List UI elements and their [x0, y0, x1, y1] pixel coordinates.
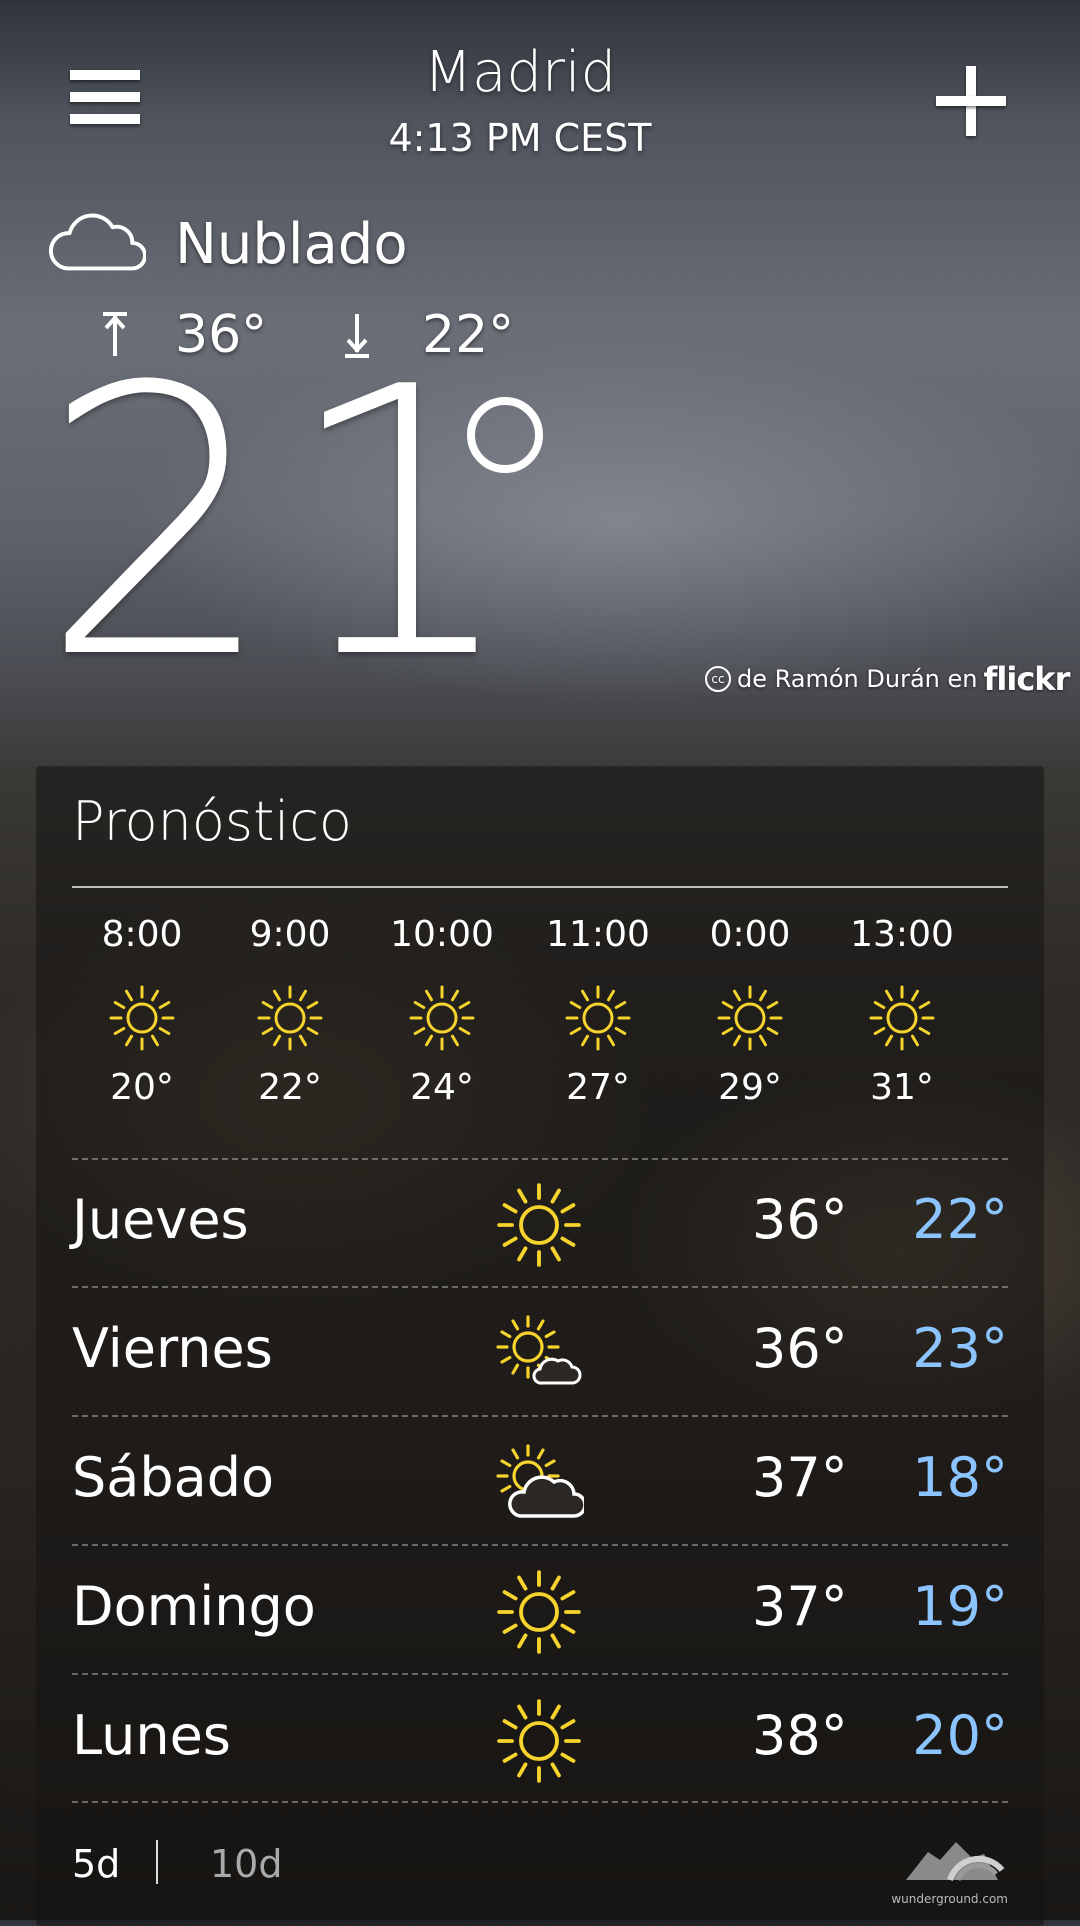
hour-time: 11:00 [546, 914, 650, 955]
day-low: 22° [912, 1188, 1008, 1251]
daily-row[interactable]: Viernes 36° 23° [72, 1289, 1008, 1417]
creative-commons-icon: cc [705, 666, 731, 692]
sun-cloud-icon [496, 1444, 584, 1518]
tab-10-day[interactable]: 10d [210, 1842, 282, 1886]
forecast-footer: 5d 10d wunderground.com [72, 1830, 1008, 1910]
day-name: Sábado [72, 1446, 275, 1509]
wunderground-text: wunderground.com [891, 1892, 1008, 1906]
day-name: Lunes [72, 1704, 231, 1767]
hour-temp: 29° [718, 1067, 782, 1108]
day-high: 36° [752, 1188, 848, 1251]
hour-temp: 24° [410, 1067, 474, 1108]
sun-icon [497, 1183, 581, 1267]
city-name: Madrid [423, 40, 617, 105]
sun-icon [497, 1699, 581, 1783]
daily-row[interactable]: Domingo 37° 19° [72, 1547, 1008, 1675]
hour-temp: 20° [110, 1067, 174, 1108]
hour-item: 0:00 29° [680, 905, 820, 1108]
local-time: 4:13 PM CEST [388, 116, 652, 160]
hour-item: 10:00 24° [372, 905, 512, 1108]
row-divider [72, 1544, 1008, 1546]
current-condition: Nublado [175, 212, 408, 277]
sun-icon [717, 985, 783, 1051]
sun-icon [109, 985, 175, 1051]
day-low: 23° [912, 1317, 1008, 1380]
photo-credit[interactable]: cc de Ramón Durán en flickr [705, 660, 1070, 698]
day-high: 38° [752, 1704, 848, 1767]
hour-time: 10:00 [390, 914, 494, 955]
hour-time: 13:00 [850, 914, 954, 955]
flickr-logo: flickr [983, 660, 1070, 698]
row-divider [72, 1801, 1008, 1803]
hour-item: 8:00 20° [72, 905, 212, 1108]
sun-icon [869, 985, 935, 1051]
hour-item: 13:00 31° [832, 905, 972, 1108]
day-high: 37° [752, 1575, 848, 1638]
wunderground-logo[interactable] [898, 1830, 1008, 1900]
title-divider [72, 886, 1008, 888]
daily-row[interactable]: Jueves 36° 22° [72, 1160, 1008, 1288]
degree-symbol [467, 397, 543, 473]
row-divider [72, 1673, 1008, 1675]
forecast-title: Pronóstico [72, 790, 352, 853]
photo-credit-text: de Ramón Durán en [737, 665, 978, 693]
day-low: 19° [912, 1575, 1008, 1638]
hour-time: 9:00 [249, 914, 331, 955]
add-location-button[interactable] [930, 60, 1010, 140]
day-low: 20° [912, 1704, 1008, 1767]
tab-separator [156, 1840, 158, 1884]
day-name: Domingo [72, 1575, 316, 1638]
hour-item: 9:00 22° [220, 905, 360, 1108]
hourly-forecast[interactable]: 8:00 20° 9:00 22° 10:00 24° 11:00 27° 0:… [72, 905, 1008, 1145]
daily-row[interactable]: Sábado 37° 18° [72, 1418, 1008, 1546]
row-divider [72, 1286, 1008, 1288]
day-high: 36° [752, 1317, 848, 1380]
hour-time: 0:00 [709, 914, 791, 955]
hour-temp: 31° [870, 1067, 934, 1108]
tab-5-day[interactable]: 5d [72, 1842, 120, 1886]
top-bar: Madrid 4:13 PM CEST [0, 0, 1080, 180]
hour-item: 11:00 27° [528, 905, 668, 1108]
hour-time: 8:00 [101, 914, 183, 955]
day-low: 18° [912, 1446, 1008, 1509]
day-name: Viernes [72, 1317, 273, 1380]
sun-icon [497, 1570, 581, 1654]
cloud-icon [48, 213, 146, 271]
hour-temp: 27° [566, 1067, 630, 1108]
sun-small-cloud-icon [496, 1315, 582, 1385]
current-temperature: 21 [40, 310, 527, 740]
hour-temp: 22° [258, 1067, 322, 1108]
sun-icon [565, 985, 631, 1051]
row-divider [72, 1415, 1008, 1417]
sun-icon [257, 985, 323, 1051]
daily-row[interactable]: Lunes 38° 20° [72, 1676, 1008, 1804]
day-name: Jueves [72, 1188, 249, 1251]
day-high: 37° [752, 1446, 848, 1509]
sun-icon [409, 985, 475, 1051]
